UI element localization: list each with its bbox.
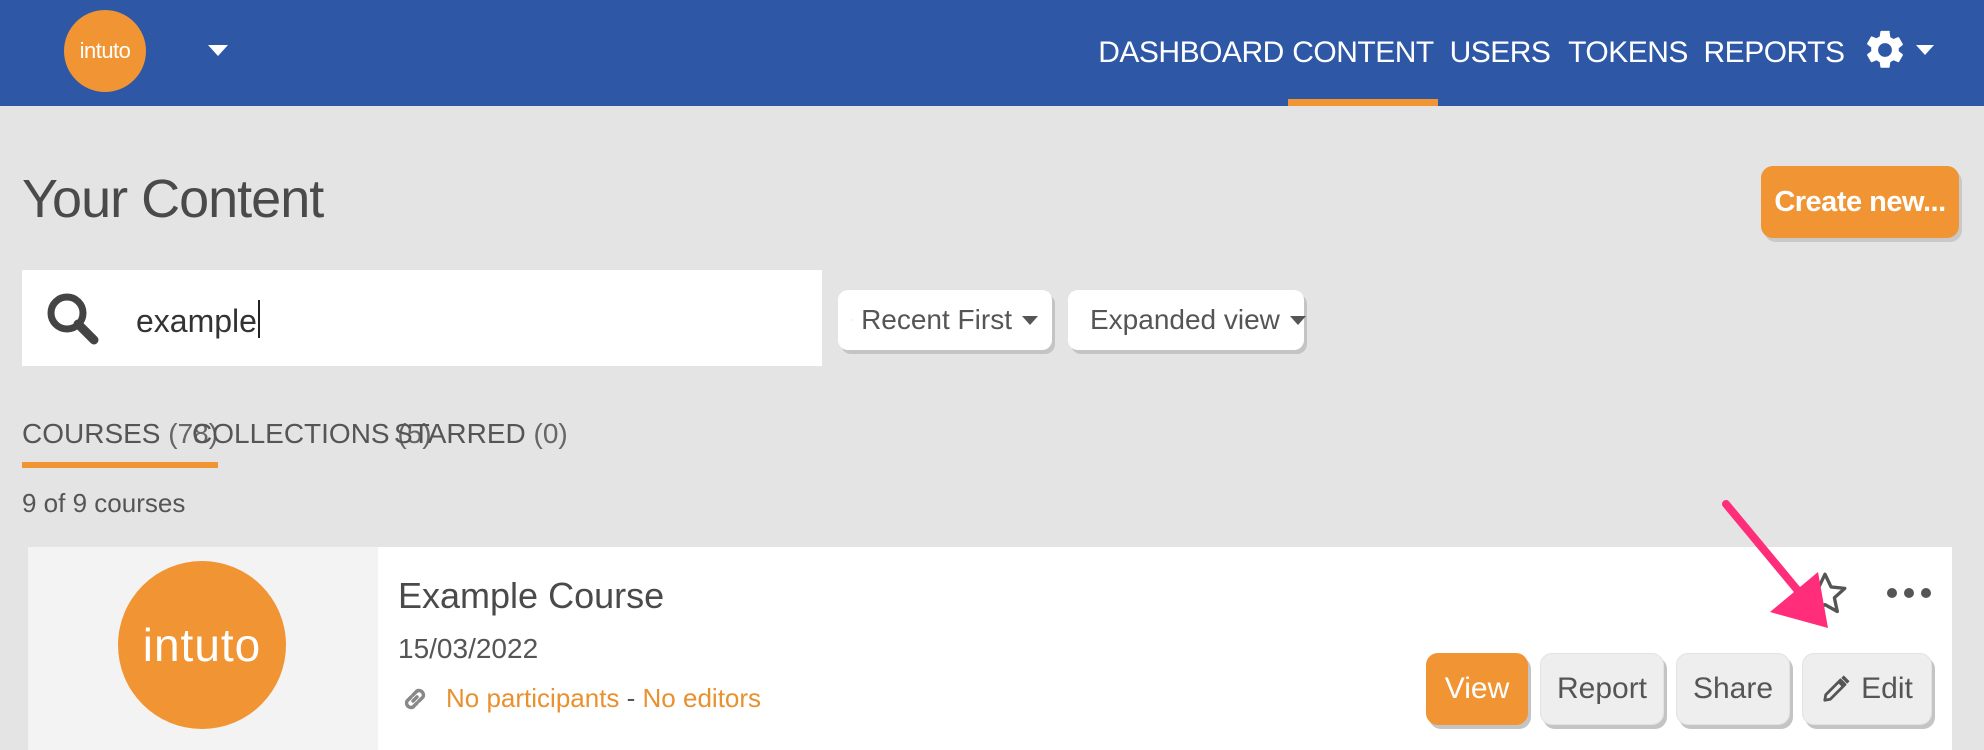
account-dropdown-caret-icon[interactable]	[208, 45, 228, 56]
pencil-icon	[1823, 675, 1850, 702]
results-count: 9 of 9 courses	[22, 488, 186, 518]
meta-separator: -	[619, 683, 643, 713]
tab-courses[interactable]: COURSES (78)	[22, 418, 219, 468]
course-logo-text: intuto	[142, 619, 262, 671]
course-date: 15/03/2022	[398, 633, 539, 664]
gear-icon	[1867, 30, 1903, 68]
more-options-icon[interactable]	[1886, 587, 1932, 599]
share-button[interactable]: Share	[1676, 653, 1790, 725]
intuto-logo[interactable]: intuto	[64, 10, 146, 92]
nav-content[interactable]: CONTENT	[1288, 0, 1438, 106]
course-title[interactable]: Example Course	[398, 575, 664, 617]
view-mode-caret-icon	[1289, 315, 1306, 325]
sort-label: Recent First	[861, 304, 1012, 335]
tab-starred[interactable]: STARRED (0)	[394, 418, 568, 468]
settings-menu[interactable]	[1862, 22, 1942, 78]
report-button[interactable]: Report	[1540, 653, 1664, 725]
course-logo: intuto	[118, 561, 286, 729]
top-navigation-bar: intuto DASHBOARD CONTENT USERS TOKENS RE…	[0, 0, 1984, 106]
tab-starred-label: STARRED	[394, 418, 526, 449]
link-icon	[404, 688, 426, 709]
nav-dashboard[interactable]: DASHBOARD	[1098, 0, 1284, 106]
search-icon	[47, 293, 99, 345]
sort-descending-icon	[852, 319, 854, 321]
sort-dropdown[interactable]: Recent First	[838, 290, 1052, 350]
nav-reports-label: REPORTS	[1703, 36, 1845, 69]
edit-label: Edit	[1861, 672, 1913, 705]
report-label: Report	[1556, 672, 1648, 705]
search-text: example	[136, 303, 257, 339]
logo-text: intuto	[79, 38, 131, 63]
view-mode-dropdown[interactable]: Expanded view	[1068, 290, 1306, 350]
tab-starred-count: (0)	[533, 418, 568, 449]
nav-tokens[interactable]: TOKENS	[1568, 0, 1688, 106]
editors-link[interactable]: No editors	[643, 683, 762, 714]
participants-link[interactable]: No participants	[446, 683, 619, 714]
nav-content-label: CONTENT	[1292, 36, 1434, 69]
course-meta: No participants - No editors	[400, 683, 761, 714]
search-value: example	[136, 300, 260, 340]
nav-reports[interactable]: REPORTS	[1703, 0, 1845, 106]
pointer-arrow-annotation	[1722, 500, 1828, 628]
nav-users-label: USERS	[1449, 36, 1551, 69]
view-label: View	[1444, 672, 1510, 705]
nav-dashboard-label: DASHBOARD	[1098, 36, 1284, 69]
course-card: intuto Example Course 15/03/2022 No part…	[28, 547, 1952, 750]
course-thumbnail[interactable]: intuto	[28, 547, 378, 750]
view-mode-label: Expanded view	[1090, 304, 1280, 335]
view-button[interactable]: View	[1426, 653, 1528, 725]
create-new-label: Create new...	[1774, 185, 1946, 218]
tab-courses-label: COURSES	[22, 418, 161, 449]
settings-caret-icon	[1916, 45, 1934, 55]
edit-button[interactable]: Edit	[1802, 653, 1932, 725]
text-cursor	[257, 300, 260, 338]
nav-users[interactable]: USERS	[1448, 0, 1552, 106]
share-label: Share	[1692, 672, 1774, 705]
nav-tokens-label: TOKENS	[1568, 36, 1688, 69]
create-new-button[interactable]: Create new...	[1761, 166, 1959, 238]
search-input[interactable]: example	[22, 270, 822, 366]
tab-collections-label: COLLECTIONS	[192, 418, 390, 449]
sort-caret-icon	[1022, 315, 1038, 325]
page-title: Your Content	[22, 169, 324, 229]
